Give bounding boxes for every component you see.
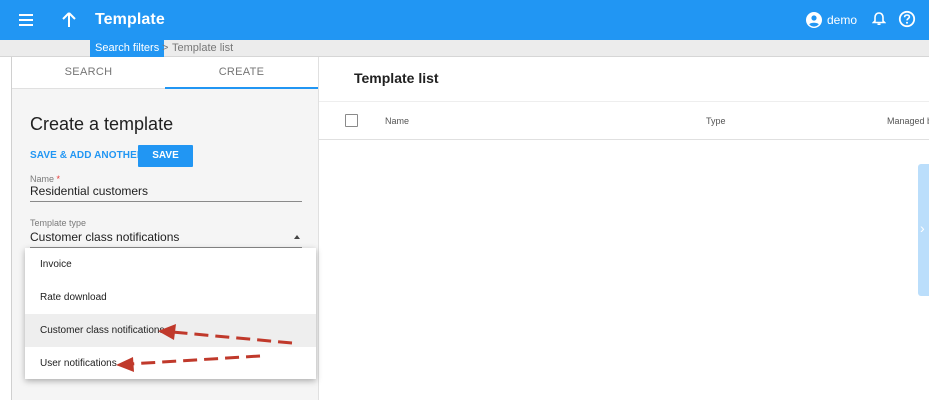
chevron-right-icon: ›: [920, 220, 925, 236]
menu-icon[interactable]: [18, 12, 34, 28]
account-icon: [806, 12, 822, 28]
option-rate-download[interactable]: Rate download: [25, 281, 316, 314]
option-customer-class-notifications[interactable]: Customer class notifications: [25, 314, 316, 347]
expand-panel-handle[interactable]: ›: [918, 164, 929, 296]
template-type-select[interactable]: Customer class notifications: [30, 229, 302, 248]
option-user-notifications[interactable]: User notifications: [25, 347, 316, 380]
tab-search[interactable]: SEARCH: [12, 57, 165, 89]
save-and-add-another-button[interactable]: SAVE & ADD ANOTHER: [30, 146, 144, 166]
template-type-label: Template type: [30, 218, 87, 228]
name-field[interactable]: Residential customers: [30, 183, 302, 202]
caret-up-icon: [294, 235, 300, 239]
breadcrumb-search-filters[interactable]: Search filters: [90, 40, 165, 57]
select-all-checkbox[interactable]: [345, 114, 358, 127]
template-list-title: Template list: [354, 70, 439, 86]
column-name[interactable]: Name: [385, 102, 409, 140]
tab-create[interactable]: CREATE: [165, 57, 318, 89]
create-panel: SEARCH CREATE Create a template SAVE & A…: [11, 57, 319, 400]
arrow-up-icon[interactable]: [60, 10, 78, 30]
user-name: demo: [827, 13, 858, 27]
option-invoice[interactable]: Invoice: [25, 248, 316, 281]
template-type-value: Customer class notifications: [30, 230, 180, 244]
bell-icon[interactable]: [871, 11, 887, 32]
form-title: Create a template: [30, 114, 174, 134]
help-icon[interactable]: [898, 10, 916, 33]
breadcrumb-template-list: Template list: [172, 42, 234, 54]
column-managed-by[interactable]: Managed b: [887, 102, 929, 140]
breadcrumb: Search filters > Template list: [0, 40, 929, 57]
column-type[interactable]: Type: [706, 102, 726, 140]
top-app-bar: Template demo: [0, 0, 929, 40]
template-type-dropdown: Invoice Rate download Customer class not…: [25, 248, 316, 379]
table-header: Name Type Managed b: [319, 101, 929, 140]
breadcrumb-separator: >: [162, 42, 169, 54]
panel-tabs: SEARCH CREATE: [12, 57, 318, 89]
page-title: Template: [95, 11, 165, 28]
save-button[interactable]: SAVE: [138, 145, 193, 167]
